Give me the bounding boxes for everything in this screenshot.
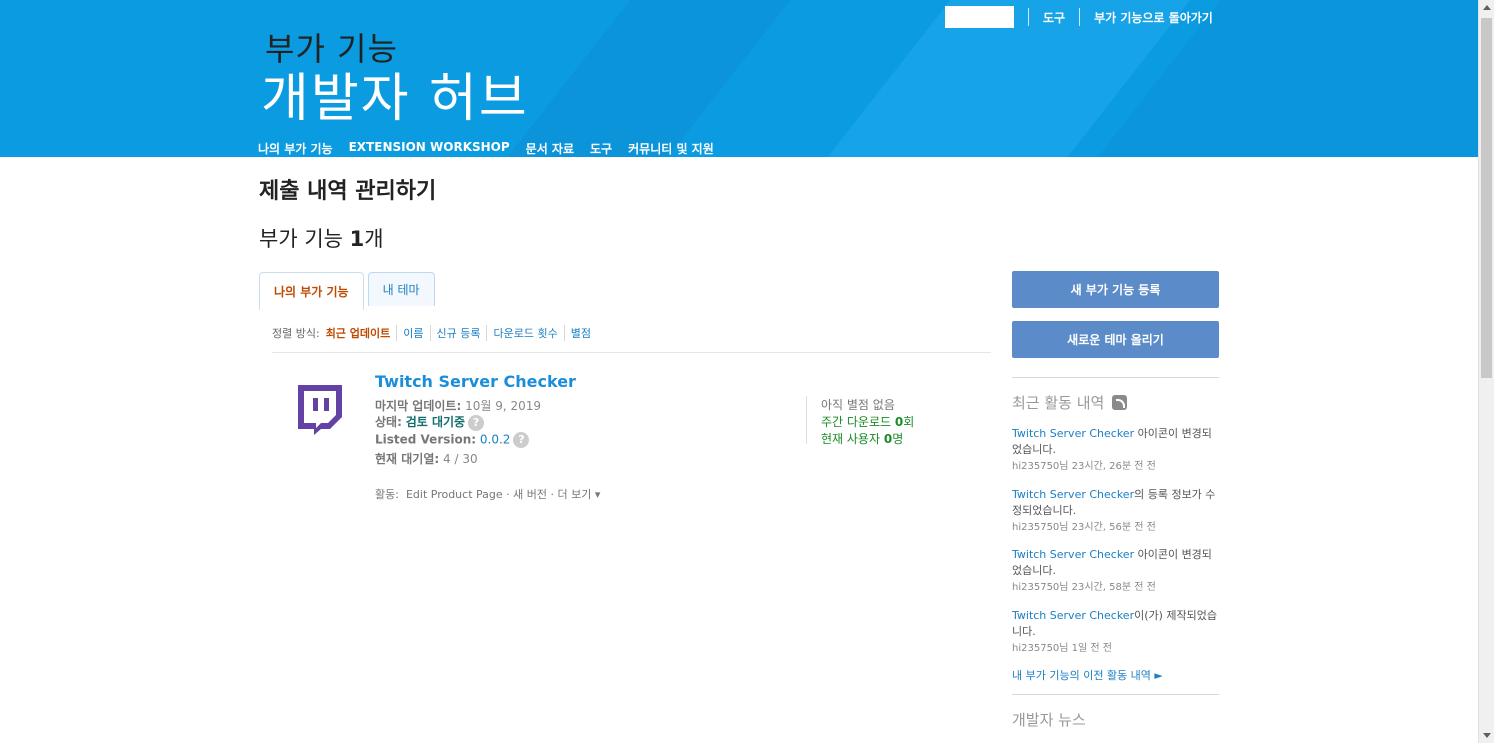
tools-link[interactable]: 도구: [1043, 9, 1065, 26]
new-theme-button[interactable]: 새로운 테마 올리기: [1012, 321, 1219, 358]
activity-time: hi235750님 23시간, 58분 전 전: [1012, 582, 1156, 593]
divider: [1079, 8, 1081, 26]
actions-label: 활동:: [375, 488, 399, 501]
tab-my-themes[interactable]: 내 테마: [367, 272, 435, 306]
listed-version-link[interactable]: 0.0.2: [480, 433, 511, 447]
nav-tools[interactable]: 도구: [590, 140, 612, 157]
divider: [1028, 8, 1029, 26]
sort-label: 정렬 방식:: [272, 327, 320, 340]
addon-count-number: 1: [349, 227, 365, 251]
previous-activity-link[interactable]: 내 부가 기능의 이전 활동 내역 ►: [1012, 667, 1163, 683]
divider: [1012, 694, 1219, 695]
activity-item: Twitch Server Checker 아이콘이 변경되었습니다. hi23…: [1012, 547, 1222, 596]
current-users-suffix: 명: [892, 432, 904, 446]
current-queue-value: 4 / 30: [443, 452, 478, 466]
recent-activity-title: 최근 활동 내역: [1012, 392, 1128, 413]
weekly-downloads-suffix: 회: [903, 415, 915, 429]
sort-downloads[interactable]: 다운로드 횟수: [486, 325, 563, 341]
tabs: 나의 부가 기능 내 테마: [259, 272, 435, 310]
tab-my-addons[interactable]: 나의 부가 기능: [259, 272, 364, 310]
scrollbar[interactable]: [1478, 0, 1494, 743]
current-users[interactable]: 현재 사용자 0명: [821, 430, 914, 447]
sort-name[interactable]: 이름: [396, 325, 429, 341]
current-queue-label: 현재 대기열:: [375, 452, 440, 466]
activity-addon-link[interactable]: Twitch Server Checker: [1012, 427, 1134, 440]
addon-name-link[interactable]: Twitch Server Checker: [375, 372, 576, 391]
sort-recent-updated[interactable]: 최근 업데이트: [326, 325, 397, 341]
addon-actions: 활동: Edit Product Page · 새 버전 · 더 보기 ▾: [375, 486, 600, 502]
nav-extension-workshop[interactable]: EXTENSION WORKSHOP: [349, 140, 510, 157]
recent-activity-label: 최근 활동 내역: [1012, 394, 1105, 412]
scrollbar-thumb[interactable]: [1481, 18, 1492, 378]
header-banner: 도구 부가 기능으로 돌아가기 부가 기능 개발자 허브 나의 부가 기능 EX…: [0, 0, 1478, 157]
weekly-downloads-prefix: 주간 다운로드: [821, 415, 895, 429]
addon-count-prefix: 부가 기능: [259, 227, 350, 251]
weekly-downloads-count: 0: [894, 415, 904, 429]
main-navigation: 나의 부가 기능 EXTENSION WORKSHOP 문서 자료 도구 커뮤니…: [258, 140, 714, 157]
rss-icon[interactable]: [1112, 395, 1128, 410]
activity-text: Twitch Server Checker 아이콘이 변경되었습니다.: [1012, 426, 1222, 458]
activity-text: Twitch Server Checker 아이콘이 변경되었습니다.: [1012, 547, 1222, 579]
last-updated: 마지막 업데이트: 10월 9, 2019: [375, 397, 541, 414]
help-icon[interactable]: ?: [468, 414, 485, 431]
sort-rating[interactable]: 별점: [563, 325, 597, 341]
rating-status: 아직 별점 없음: [821, 398, 895, 412]
weekly-downloads[interactable]: 주간 다운로드 0회: [821, 413, 914, 430]
nav-documentation[interactable]: 문서 자료: [526, 140, 574, 157]
actions-menu[interactable]: Edit Product Page · 새 버전 · 더 보기 ▾: [406, 488, 600, 501]
activity-time: hi235750님 1일 전 전: [1012, 643, 1112, 654]
activity-item: Twitch Server Checker의 등록 정보가 수정되었습니다. h…: [1012, 487, 1222, 536]
listed-version: Listed Version: 0.0.2?: [375, 432, 530, 448]
new-addon-button[interactable]: 새 부가 기능 등록: [1012, 271, 1219, 308]
status-label: 상태:: [375, 415, 402, 429]
user-menu[interactable]: [945, 6, 1014, 28]
current-users-count: 0: [883, 432, 893, 446]
activity-time: hi235750님 23시간, 56분 전 전: [1012, 522, 1156, 533]
logo-title[interactable]: 개발자 허브: [261, 56, 529, 131]
help-icon[interactable]: ?: [513, 432, 530, 448]
sort-newest[interactable]: 신규 등록: [429, 325, 487, 341]
last-updated-value: 10월 9, 2019: [465, 399, 542, 413]
scroll-down-arrow-icon[interactable]: [1483, 733, 1491, 738]
back-to-addons-link[interactable]: 부가 기능으로 돌아가기: [1094, 9, 1213, 26]
nav-my-addons[interactable]: 나의 부가 기능: [258, 140, 333, 157]
status: 상태: 검토 대기중?: [375, 413, 485, 431]
addon-count: 부가 기능 1개: [259, 223, 384, 253]
divider: [272, 352, 991, 353]
twitch-icon[interactable]: [294, 383, 346, 435]
activity-addon-link[interactable]: Twitch Server Checker: [1012, 548, 1134, 561]
developer-news-title: 개발자 뉴스: [1012, 711, 1086, 729]
addon-count-suffix: 개: [364, 227, 384, 251]
page-title: 제출 내역 관리하기: [259, 179, 437, 204]
listed-version-label: Listed Version:: [375, 432, 477, 447]
activity-text: Twitch Server Checker의 등록 정보가 수정되었습니다.: [1012, 487, 1222, 519]
last-updated-label: 마지막 업데이트:: [375, 399, 462, 413]
status-value[interactable]: 검토 대기중: [406, 415, 465, 429]
activity-time: hi235750님 23시간, 26분 전 전: [1012, 461, 1156, 472]
divider: [1012, 377, 1219, 378]
activity-addon-link[interactable]: Twitch Server Checker: [1012, 609, 1134, 622]
addon-stats: 아직 별점 없음 주간 다운로드 0회 현재 사용자 0명: [806, 396, 914, 447]
activity-addon-link[interactable]: Twitch Server Checker: [1012, 488, 1134, 501]
top-navigation: 도구 부가 기능으로 돌아가기: [945, 6, 1213, 28]
activity-text: Twitch Server Checker이(가) 제작되었습니다.: [1012, 608, 1222, 640]
nav-community-support[interactable]: 커뮤니티 및 지원: [628, 140, 714, 157]
current-queue: 현재 대기열: 4 / 30: [375, 450, 478, 467]
activity-item: Twitch Server Checker 아이콘이 변경되었습니다. hi23…: [1012, 426, 1222, 475]
sort-bar: 정렬 방식: 최근 업데이트 이름 신규 등록 다운로드 횟수 별점: [272, 325, 597, 341]
scroll-up-arrow-icon[interactable]: [1483, 5, 1491, 10]
current-users-prefix: 현재 사용자: [821, 432, 884, 446]
activity-item: Twitch Server Checker이(가) 제작되었습니다. hi235…: [1012, 608, 1222, 657]
